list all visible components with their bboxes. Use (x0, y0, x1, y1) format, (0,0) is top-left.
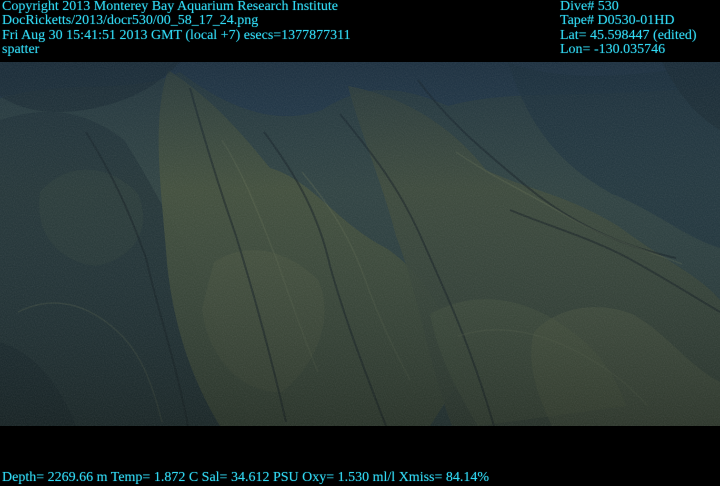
copyright-text: Copyright 2013 Monterey Bay Aquarium Res… (2, 0, 338, 14)
timestamp-text: Fri Aug 30 15:41:51 2013 GMT (local +7) … (2, 28, 351, 43)
video-frame: Copyright 2013 Monterey Bay Aquarium Res… (0, 0, 720, 486)
latitude-text: Lat= 45.598447 (edited) (560, 28, 697, 43)
underwater-scene (0, 62, 720, 426)
telemetry-text: Depth= 2269.66 m Temp= 1.872 C Sal= 34.6… (2, 470, 490, 485)
dive-number-text: Dive# 530 (560, 0, 619, 14)
image-label-text: spatter (2, 42, 40, 57)
lava-rock-image (0, 62, 720, 426)
longitude-text: Lon= -130.035746 (560, 42, 666, 57)
image-path-text: DocRicketts/2013/docr530/00_58_17_24.png (2, 13, 259, 28)
tape-number-text: Tape# D0530-01HD (560, 13, 675, 28)
